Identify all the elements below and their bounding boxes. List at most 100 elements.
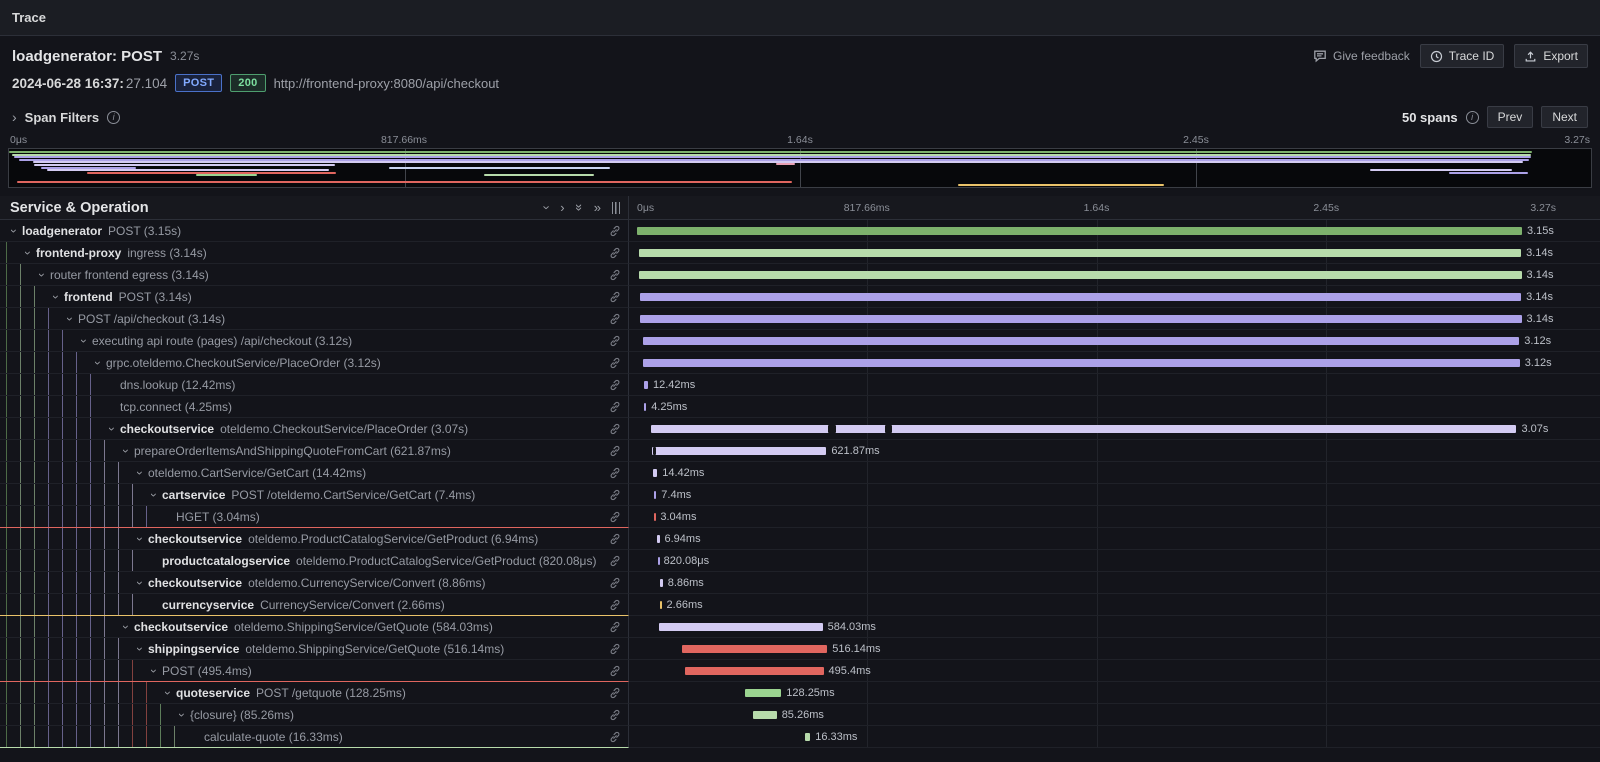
chevron-down-icon[interactable]: › <box>17 245 39 261</box>
span-row[interactable]: ›POST /api/checkout (3.14s)3.14s <box>0 308 1600 330</box>
span-bar[interactable] <box>682 645 827 653</box>
span-name-cell[interactable]: ›POST (495.4ms) <box>0 660 629 682</box>
span-row[interactable]: ›oteldemo.CartService/GetCart (14.42ms)1… <box>0 462 1600 484</box>
span-link-icon[interactable] <box>609 599 621 611</box>
span-bar[interactable] <box>640 293 1521 301</box>
chevron-down-icon[interactable]: › <box>129 575 151 591</box>
span-timeline-cell[interactable]: 16.33ms <box>629 726 1600 748</box>
span-bar[interactable] <box>657 535 659 543</box>
collapse-all-icon[interactable]: » <box>572 204 587 211</box>
span-bar[interactable] <box>652 447 827 455</box>
span-bar[interactable] <box>643 359 1520 367</box>
span-link-icon[interactable] <box>609 379 621 391</box>
span-link-icon[interactable] <box>609 357 621 369</box>
span-link-icon[interactable] <box>609 643 621 655</box>
span-link-icon[interactable] <box>609 665 621 677</box>
span-timeline-cell[interactable]: 3.07s <box>629 418 1600 440</box>
span-filters-label[interactable]: Span Filters <box>25 110 99 125</box>
span-bar[interactable] <box>651 425 1517 433</box>
span-timeline-cell[interactable]: 8.86ms <box>629 572 1600 594</box>
span-timeline-cell[interactable]: 6.94ms <box>629 528 1600 550</box>
span-timeline-cell[interactable]: 3.15s <box>629 220 1600 242</box>
span-timeline-cell[interactable]: 820.08μs <box>629 550 1600 572</box>
column-resize-grip-icon[interactable] <box>612 202 620 214</box>
chevron-down-icon[interactable]: › <box>87 355 109 371</box>
expand-all-icon[interactable]: » <box>594 200 601 215</box>
chevron-down-icon[interactable]: › <box>129 641 151 657</box>
span-link-icon[interactable] <box>609 577 621 589</box>
chevron-down-icon[interactable]: › <box>129 465 151 481</box>
span-row[interactable]: ›frontendPOST (3.14s)3.14s <box>0 286 1600 308</box>
span-name-cell[interactable]: ›quoteservicePOST /getquote (128.25ms) <box>0 682 629 704</box>
span-bar[interactable] <box>639 271 1521 279</box>
chevron-down-icon[interactable]: › <box>3 223 25 239</box>
chevron-down-icon[interactable]: › <box>157 685 179 701</box>
export-button[interactable]: Export <box>1514 44 1588 68</box>
chevron-down-icon[interactable]: › <box>115 443 137 459</box>
chevron-down-icon[interactable]: › <box>143 487 165 503</box>
span-timeline-cell[interactable]: 584.03ms <box>629 616 1600 638</box>
span-bar[interactable] <box>660 601 662 609</box>
span-timeline-cell[interactable]: 3.12s <box>629 352 1600 374</box>
span-timeline-cell[interactable]: 2.66ms <box>629 594 1600 616</box>
span-row[interactable]: dns.lookup (12.42ms)12.42ms <box>0 374 1600 396</box>
span-bar[interactable] <box>643 337 1520 345</box>
span-name-cell[interactable]: ›shippingserviceoteldemo.ShippingService… <box>0 638 629 660</box>
chevron-down-icon[interactable]: › <box>143 663 165 679</box>
give-feedback-button[interactable]: Give feedback <box>1313 49 1410 63</box>
span-row[interactable]: calculate-quote (16.33ms)16.33ms <box>0 726 1600 748</box>
chevron-down-icon[interactable]: › <box>73 333 95 349</box>
span-name-cell[interactable]: ›oteldemo.CartService/GetCart (14.42ms) <box>0 462 629 484</box>
span-timeline-cell[interactable]: 3.14s <box>629 286 1600 308</box>
span-timeline-cell[interactable]: 128.25ms <box>629 682 1600 704</box>
span-row[interactable]: ›prepareOrderItemsAndShippingQuoteFromCa… <box>0 440 1600 462</box>
span-name-cell[interactable]: ›cartservicePOST /oteldemo.CartService/G… <box>0 484 629 506</box>
span-row[interactable]: ›quoteservicePOST /getquote (128.25ms)12… <box>0 682 1600 704</box>
span-link-icon[interactable] <box>609 687 621 699</box>
span-timeline-cell[interactable]: 4.25ms <box>629 396 1600 418</box>
span-name-cell[interactable]: HGET (3.04ms) <box>0 506 629 528</box>
span-row[interactable]: ›checkoutserviceoteldemo.ShippingService… <box>0 616 1600 638</box>
span-name-cell[interactable]: ›checkoutserviceoteldemo.CurrencyService… <box>0 572 629 594</box>
next-button[interactable]: Next <box>1541 106 1588 128</box>
span-bar[interactable] <box>805 733 810 741</box>
span-row[interactable]: ›loadgeneratorPOST (3.15s)3.15s <box>0 220 1600 242</box>
span-row[interactable]: ›checkoutserviceoteldemo.CheckoutService… <box>0 418 1600 440</box>
span-name-cell[interactable]: ›frontendPOST (3.14s) <box>0 286 629 308</box>
span-timeline-cell[interactable]: 3.14s <box>629 242 1600 264</box>
span-link-icon[interactable] <box>609 269 621 281</box>
span-bar[interactable] <box>640 315 1521 323</box>
span-timeline-cell[interactable]: 85.26ms <box>629 704 1600 726</box>
span-name-cell[interactable]: ›checkoutserviceoteldemo.ShippingService… <box>0 616 629 638</box>
span-link-icon[interactable] <box>609 313 621 325</box>
span-name-cell[interactable]: productcatalogserviceoteldemo.ProductCat… <box>0 550 629 572</box>
span-timeline-cell[interactable]: 516.14ms <box>629 638 1600 660</box>
span-link-icon[interactable] <box>609 225 621 237</box>
span-bar[interactable] <box>659 623 823 631</box>
span-name-cell[interactable]: ›frontend-proxyingress (3.14s) <box>0 242 629 264</box>
chevron-down-icon[interactable]: › <box>101 421 123 437</box>
span-name-cell[interactable]: dns.lookup (12.42ms) <box>0 374 629 396</box>
trace-id-button[interactable]: Trace ID <box>1420 44 1505 68</box>
span-timeline-cell[interactable]: 12.42ms <box>629 374 1600 396</box>
span-timeline-cell[interactable]: 495.4ms <box>629 660 1600 682</box>
span-bar[interactable] <box>658 557 660 565</box>
span-link-icon[interactable] <box>609 555 621 567</box>
span-timeline-cell[interactable]: 3.14s <box>629 264 1600 286</box>
span-link-icon[interactable] <box>609 709 621 721</box>
span-name-cell[interactable]: calculate-quote (16.33ms) <box>0 726 629 748</box>
span-bar[interactable] <box>654 513 656 521</box>
span-row[interactable]: ›grpc.oteldemo.CheckoutService/PlaceOrde… <box>0 352 1600 374</box>
span-name-cell[interactable]: ›checkoutserviceoteldemo.ProductCatalogS… <box>0 528 629 550</box>
span-link-icon[interactable] <box>609 731 621 743</box>
span-bar[interactable] <box>637 227 1522 235</box>
span-bar[interactable] <box>644 381 648 389</box>
span-row[interactable]: ›POST (495.4ms)495.4ms <box>0 660 1600 682</box>
span-timeline-cell[interactable]: 3.12s <box>629 330 1600 352</box>
span-row[interactable]: HGET (3.04ms)3.04ms <box>0 506 1600 528</box>
span-timeline-cell[interactable]: 7.4ms <box>629 484 1600 506</box>
span-name-cell[interactable]: tcp.connect (4.25ms) <box>0 396 629 418</box>
span-row[interactable]: ›checkoutserviceoteldemo.CurrencyService… <box>0 572 1600 594</box>
span-timeline-cell[interactable]: 14.42ms <box>629 462 1600 484</box>
span-row[interactable]: ›cartservicePOST /oteldemo.CartService/G… <box>0 484 1600 506</box>
